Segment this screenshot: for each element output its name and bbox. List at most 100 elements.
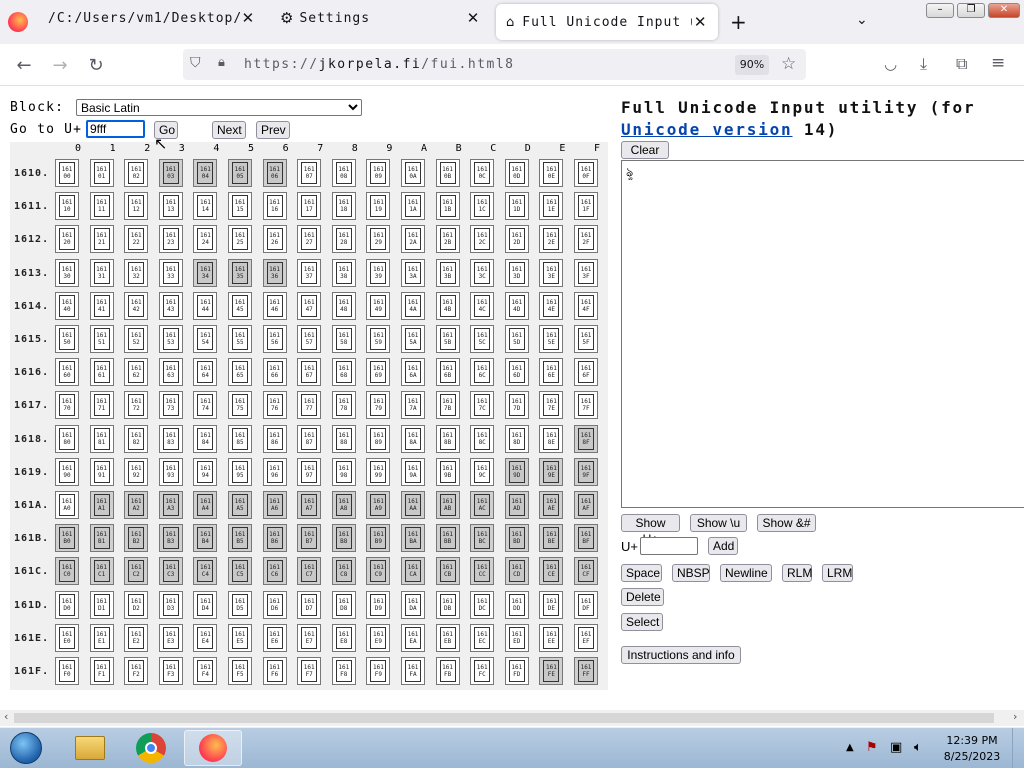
tab-unicode[interactable]: ⌂ Full Unicode Input uti ✕: [496, 4, 718, 40]
char-cell[interactable]: 161 3E: [539, 258, 564, 287]
char-cell[interactable]: 161 73: [158, 391, 183, 420]
char-cell[interactable]: 161 7A: [401, 391, 425, 420]
show-uplus-button[interactable]: Show U+: [621, 514, 680, 546]
char-cell[interactable]: 161 85: [228, 424, 252, 453]
char-cell[interactable]: 161 B7: [297, 524, 322, 553]
volume-icon[interactable]: 🔈︎: [914, 740, 922, 755]
char-cell[interactable]: 161 62: [124, 358, 149, 387]
clock[interactable]: 12:39 PM 8/25/2023: [942, 733, 1002, 765]
char-cell[interactable]: 161 DA: [401, 590, 425, 619]
tray-chevron-icon[interactable]: ▲: [846, 742, 854, 753]
char-cell[interactable]: 161 8A: [401, 424, 425, 453]
char-cell[interactable]: 161 78: [331, 391, 356, 420]
char-cell[interactable]: 161 7E: [539, 391, 564, 420]
char-cell[interactable]: 161 82: [124, 424, 149, 453]
char-cell[interactable]: 161 5B: [435, 325, 460, 353]
char-cell[interactable]: 161 AE: [539, 491, 564, 519]
new-tab-button[interactable]: +: [730, 10, 747, 34]
char-cell[interactable]: 161 56: [262, 325, 287, 353]
char-cell[interactable]: 161 D8: [331, 590, 356, 619]
char-cell[interactable]: 161 76: [262, 391, 287, 420]
char-cell[interactable]: 161 9C: [470, 457, 495, 486]
char-cell[interactable]: 161 98: [331, 457, 356, 486]
uplus-input[interactable]: [640, 537, 698, 555]
char-cell[interactable]: 161 46: [262, 291, 287, 320]
output-textarea[interactable]: ৡ: [621, 160, 1024, 508]
char-cell[interactable]: 161 7F: [574, 391, 598, 420]
char-cell[interactable]: 161 58: [331, 325, 356, 353]
close-tab-icon[interactable]: ✕: [692, 13, 708, 31]
char-cell[interactable]: 161 FC: [470, 657, 495, 685]
char-cell[interactable]: 161 41: [89, 291, 114, 320]
goto-input[interactable]: [86, 120, 145, 138]
close-tab-icon[interactable]: ✕: [464, 9, 482, 27]
char-cell[interactable]: 161 48: [331, 291, 356, 320]
char-cell[interactable]: 161 EC: [470, 623, 495, 652]
char-cell[interactable]: 161 87: [297, 424, 322, 453]
char-cell[interactable]: 161 30: [55, 258, 79, 287]
char-cell[interactable]: 161 80: [55, 424, 79, 453]
char-cell[interactable]: 161 92: [124, 457, 149, 486]
char-cell[interactable]: 161 D2: [124, 590, 149, 619]
char-cell[interactable]: 161 EF: [574, 623, 598, 652]
char-cell[interactable]: 161 38: [331, 258, 356, 287]
char-cell[interactable]: 161 8E: [539, 424, 564, 453]
close-tab-icon[interactable]: ✕: [240, 9, 256, 27]
char-cell[interactable]: 161 CB: [435, 557, 460, 586]
char-cell[interactable]: 161 25: [228, 225, 252, 254]
char-cell[interactable]: 161 55: [228, 325, 252, 353]
char-cell[interactable]: 161 FB: [435, 657, 460, 685]
tab-list-chevron-icon[interactable]: ⌄: [856, 12, 868, 28]
char-cell[interactable]: 161 2E: [539, 225, 564, 254]
char-cell[interactable]: 161 1B: [435, 192, 460, 221]
char-cell[interactable]: 161 B1: [89, 524, 114, 553]
firefox-taskbar-icon[interactable]: [184, 730, 242, 766]
close-window-button[interactable]: ✕: [988, 3, 1020, 18]
shield-icon[interactable]: ⛉: [190, 55, 201, 71]
char-cell[interactable]: 161 60: [55, 358, 79, 387]
char-cell[interactable]: 161 28: [331, 225, 356, 254]
char-cell[interactable]: 161 19: [366, 192, 391, 221]
extensions-icon[interactable]: ⧉: [956, 54, 967, 74]
char-cell[interactable]: 161 9E: [539, 457, 564, 486]
char-cell[interactable]: 161 D6: [262, 590, 287, 619]
char-cell[interactable]: 161 A0: [55, 491, 79, 519]
char-cell[interactable]: 161 0C: [470, 159, 495, 187]
char-cell[interactable]: 161 3A: [401, 258, 425, 287]
char-cell[interactable]: 161 C9: [366, 557, 391, 586]
char-cell[interactable]: 161 AB: [435, 491, 460, 519]
scroll-left-icon[interactable]: ‹: [4, 710, 8, 723]
char-cell[interactable]: 161 F4: [193, 657, 218, 685]
pocket-icon[interactable]: ◡: [884, 55, 897, 73]
char-cell[interactable]: 161 81: [89, 424, 114, 453]
show-desktop-button[interactable]: [1012, 728, 1024, 768]
char-cell[interactable]: 161 A8: [331, 491, 356, 519]
char-cell[interactable]: 161 5F: [574, 325, 598, 353]
char-cell[interactable]: 161 6B: [435, 358, 460, 387]
char-cell[interactable]: 161 6F: [574, 358, 598, 387]
char-cell[interactable]: 161 B5: [228, 524, 252, 553]
char-cell[interactable]: 161 B0: [55, 524, 79, 553]
char-cell[interactable]: 161 2C: [470, 225, 495, 254]
char-cell[interactable]: 161 17: [297, 192, 322, 221]
char-cell[interactable]: 161 F1: [89, 657, 114, 685]
char-cell[interactable]: 161 0E: [539, 159, 564, 187]
char-cell[interactable]: 161 CE: [539, 557, 564, 586]
char-cell[interactable]: 161 BB: [435, 524, 460, 553]
char-cell[interactable]: 161 DE: [539, 590, 564, 619]
firefox-menu-icon[interactable]: [8, 12, 28, 32]
char-cell[interactable]: 161 05: [228, 159, 252, 187]
char-cell[interactable]: 161 47: [297, 291, 322, 320]
char-cell[interactable]: 161 CA: [401, 557, 425, 586]
char-cell[interactable]: 161 08: [331, 159, 356, 187]
char-cell[interactable]: 161 B9: [366, 524, 391, 553]
char-cell[interactable]: 161 52: [124, 325, 149, 353]
char-cell[interactable]: 161 DC: [470, 590, 495, 619]
char-cell[interactable]: 161 C1: [89, 557, 114, 586]
char-cell[interactable]: 161 5C: [470, 325, 495, 353]
file-explorer-icon[interactable]: [68, 730, 112, 766]
char-cell[interactable]: 161 69: [366, 358, 391, 387]
char-cell[interactable]: 161 4E: [539, 291, 564, 320]
char-cell[interactable]: 161 64: [193, 358, 218, 387]
char-cell[interactable]: 161 13: [158, 192, 183, 221]
